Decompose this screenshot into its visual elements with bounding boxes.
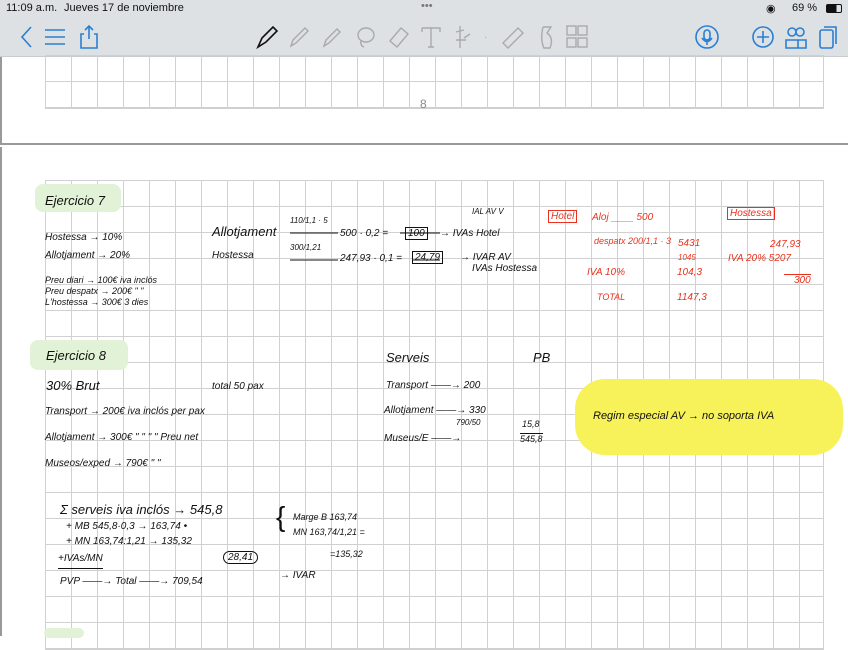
elements-tool[interactable]	[564, 24, 590, 50]
share-button[interactable]	[76, 24, 102, 50]
ex8-circled-value: 28,41	[223, 551, 259, 564]
plus-circle-icon	[752, 26, 774, 48]
ex8-title: Ejercicio 8	[46, 348, 106, 363]
ex7-note: Allotjament → 20%	[45, 250, 131, 261]
pages-button[interactable]	[815, 24, 841, 50]
people-icon	[785, 27, 807, 49]
pen-icon	[256, 25, 279, 50]
highlighter-icon	[322, 28, 341, 48]
share-icon	[80, 24, 98, 49]
ex7-red-note: despatx 200/1,1 · 3	[594, 236, 672, 246]
lasso-tool[interactable]	[352, 24, 378, 50]
ex8-note: 545,8	[520, 433, 543, 444]
ex7-note: Hostessa → 10%	[45, 232, 123, 243]
ex8-sum-line: +IVAs/MN	[58, 553, 103, 569]
ex8-sum-line: + MB 545,8·0,3 → 163,74 •	[66, 521, 188, 532]
ex8-sum-line: Σ serveis iva inclós → 545,8	[60, 502, 223, 517]
status-time: 11:09 a.m.	[6, 2, 58, 14]
ex7-red-note: IVA 20% 5207	[728, 253, 792, 264]
ex7-red-note: 5431	[678, 238, 701, 249]
app-toolbar: 11:09 a.m. Jueves 17 de noviembre ••• ◉ …	[0, 0, 848, 57]
outline-button[interactable]	[42, 24, 68, 50]
highlighter-tool[interactable]	[318, 24, 344, 50]
ex8-note: 15,8	[522, 419, 540, 429]
ex7-note: L'hostessa → 300€ 3 dies	[45, 297, 149, 307]
ex7-red-note: TOTAL	[597, 292, 626, 302]
eraser-icon	[389, 27, 409, 48]
ex7-note: IAL AV V	[472, 207, 504, 216]
ex7-red-note: 247,93	[770, 239, 801, 250]
back-button[interactable]	[14, 24, 40, 50]
ex8-note: Allotjament ——→ 330	[384, 405, 486, 416]
ex8-note: 30% Brut	[46, 378, 100, 393]
ex7-red-note: Hotel	[548, 210, 578, 223]
ex8-note: Museus/E ——→	[384, 433, 462, 444]
elements-icon	[566, 25, 588, 48]
ex8-note: Serveis	[386, 350, 430, 365]
ex8-sum-line: → IVAR	[280, 570, 316, 581]
status-date: Jueves 17 de noviembre	[64, 2, 184, 14]
ruler-tool[interactable]	[500, 24, 526, 50]
hand-icon	[541, 26, 553, 49]
text-icon	[421, 27, 441, 48]
separator-dot: ·	[484, 31, 488, 43]
ruler-icon	[502, 27, 524, 49]
lasso-icon	[357, 27, 375, 48]
ex8-note: total 50 pax	[212, 381, 264, 392]
ex8-note: Transport → 200€ iva inclós per pax	[45, 406, 205, 417]
ex7-title: Ejercicio 7	[45, 193, 105, 208]
list-icon	[45, 29, 65, 45]
collaborate-button[interactable]	[783, 24, 809, 50]
wifi-icon: ◉	[766, 3, 776, 15]
battery-level: 69 %	[792, 2, 818, 14]
ex8-fraction: 790/50	[456, 418, 481, 427]
ex7-red-note: 1045	[678, 253, 696, 262]
page-grid	[45, 55, 824, 109]
highlight-note: Regim especial AV → no soporta IVA	[593, 410, 775, 422]
ex7-note: Allotjament	[212, 224, 277, 239]
brace: {	[276, 501, 286, 532]
ex8-sum-line: =135,32	[330, 549, 363, 559]
pointer-tool[interactable]	[534, 24, 560, 50]
green-highlight	[44, 628, 84, 638]
ex7-note: IVAs Hostessa	[472, 263, 538, 274]
page-number: 8	[420, 97, 427, 111]
ex7-red-note: 1147,3	[677, 292, 707, 303]
battery-icon	[826, 4, 842, 13]
current-page[interactable]	[0, 147, 848, 650]
multitask-dots[interactable]: •••	[421, 0, 433, 12]
pages-icon	[819, 26, 837, 49]
shapes-icon	[455, 26, 471, 48]
eraser-tool[interactable]	[386, 24, 412, 50]
pencil-icon	[289, 27, 309, 48]
pencil-tool[interactable]	[286, 24, 312, 50]
ex8-note: Museos/exped → 790€ " "	[45, 458, 161, 469]
ex8-note: Transport ——→ 200	[386, 380, 481, 391]
ex8-sum-line: + MN 163,74:1,21 → 135,32	[66, 536, 192, 547]
ex8-sum-line: Marge B 163,74	[293, 512, 358, 522]
ex8-note: PB	[533, 350, 551, 365]
text-tool[interactable]	[418, 24, 444, 50]
microphone-icon	[695, 25, 719, 49]
ex7-note: Preu diari → 100€ iva inclós	[45, 275, 158, 285]
ex7-red-note: 300	[784, 274, 811, 286]
ex8-note: Allotjament → 300€ " " " " Preu net	[45, 432, 199, 443]
ex7-red-note: 104,3	[677, 267, 703, 278]
ex7-fraction: 110/1,1 · 5	[290, 216, 328, 225]
ex7-red-note: Aloj ____ 500	[592, 212, 654, 223]
add-page-button[interactable]	[750, 24, 776, 50]
shapes-tool[interactable]	[450, 24, 476, 50]
previous-page: 8	[0, 55, 848, 145]
ex7-red-note: Hostessa	[727, 207, 775, 220]
ex8-sum-line: PVP ——→ Total ——→ 709,54	[60, 576, 203, 587]
microphone-button[interactable]	[694, 24, 720, 50]
chevron-left-icon	[20, 26, 32, 48]
ex8-sum-line: MN 163,74/1,21 =	[293, 527, 365, 537]
ex7-red-note: IVA 10%	[587, 267, 625, 278]
ex7-note: Hostessa	[212, 250, 254, 261]
pen-tool[interactable]	[254, 24, 280, 50]
ex7-note: Preu despatx → 200€ " "	[45, 286, 144, 296]
ex7-arrows	[290, 232, 440, 261]
